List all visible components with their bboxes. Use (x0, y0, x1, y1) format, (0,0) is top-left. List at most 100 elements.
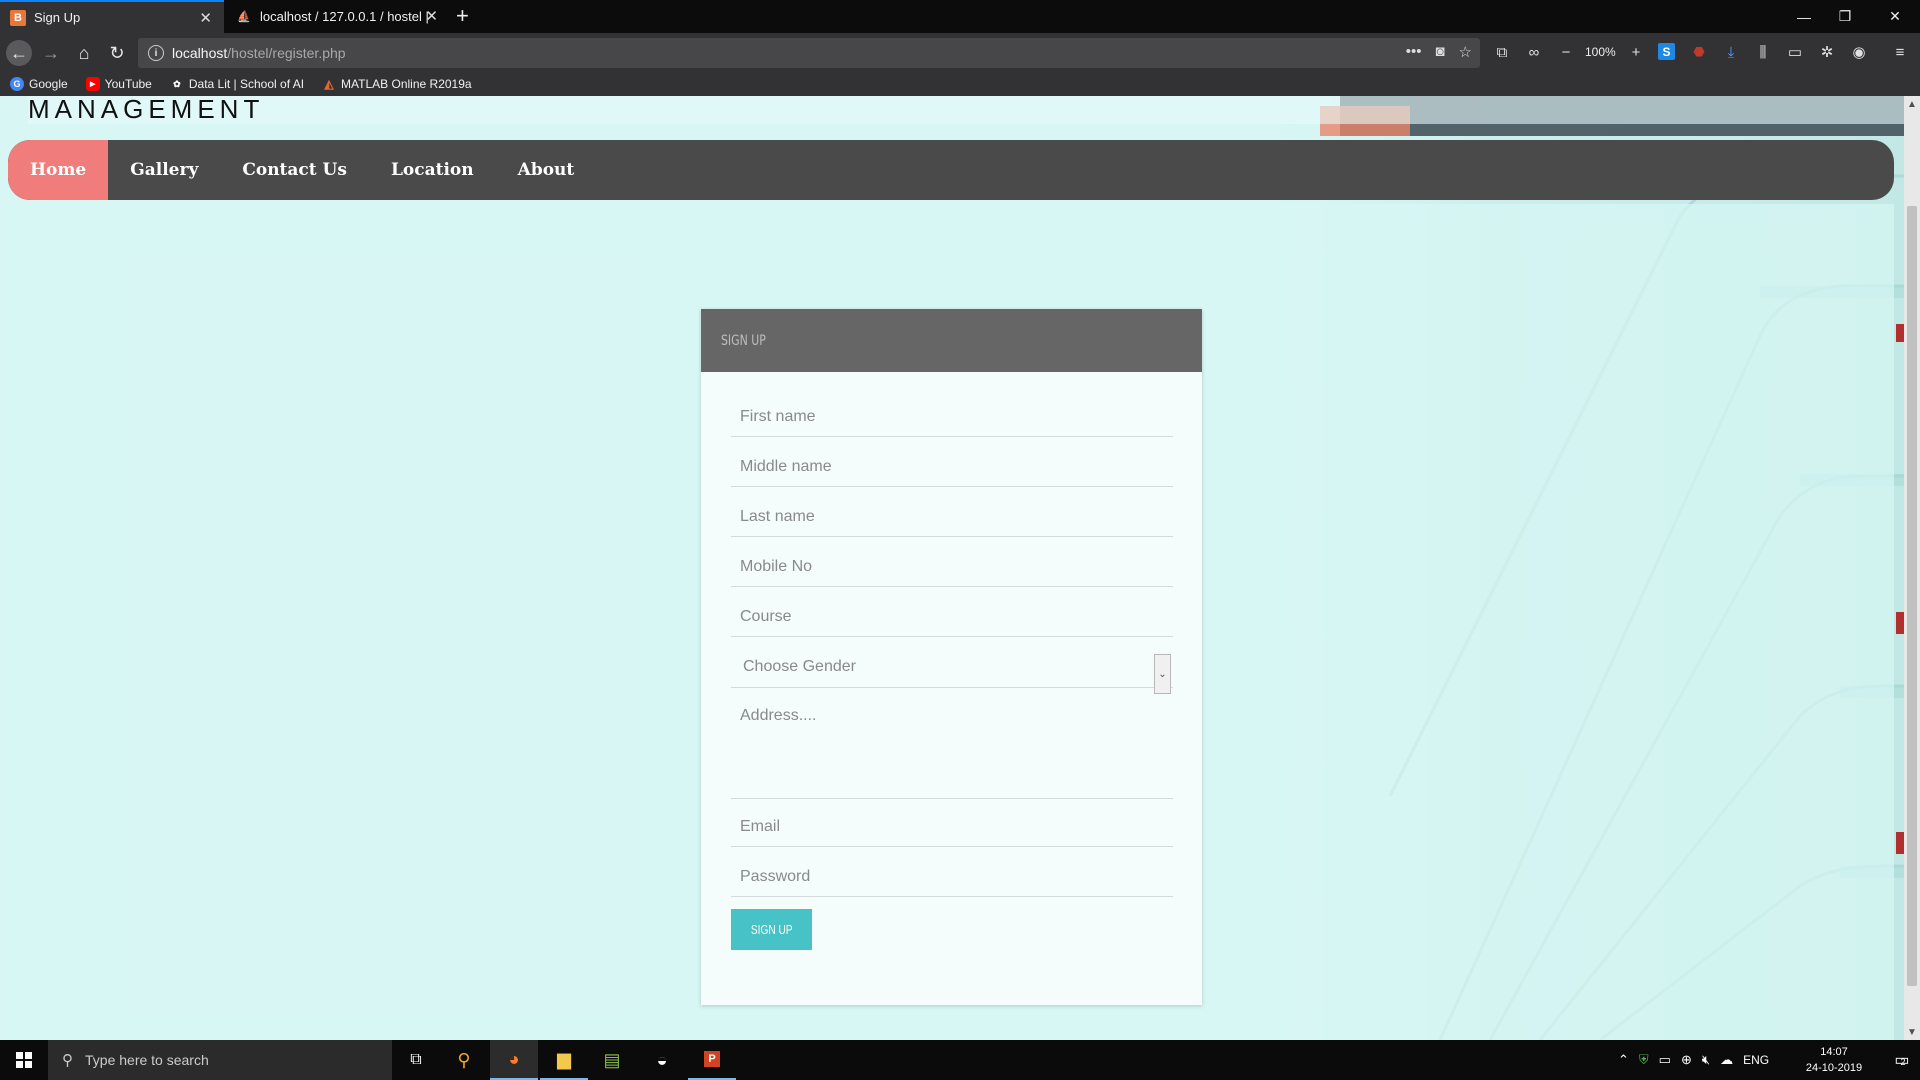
device-icon[interactable]: ▭ (1659, 1052, 1671, 1068)
navigation-toolbar: ← → ⌂ ↻ i localhost/hostel/register.php … (0, 33, 1920, 72)
bookmark-google[interactable]: G Google (10, 77, 68, 91)
site-info-icon[interactable]: i (148, 45, 164, 61)
google-icon: G (10, 77, 24, 91)
network-globe-icon[interactable]: ⊕ (1681, 1052, 1692, 1068)
tab-phpmyadmin[interactable]: ⛵ localhost / 127.0.0.1 / hostel | p ✕ (226, 0, 450, 33)
back-button[interactable]: ← (6, 40, 32, 66)
menu-hamburger-icon[interactable]: ≡ (1890, 42, 1910, 62)
tab-sign-up[interactable]: B Sign Up ✕ (0, 0, 224, 33)
synced-tabs-icon[interactable]: ⧉ (1492, 42, 1512, 62)
menu-item-location[interactable]: Location (369, 140, 496, 200)
zoom-level[interactable]: 100% (1585, 45, 1616, 59)
shield-icon[interactable]: ⛨ (1639, 1052, 1649, 1068)
browser-tab-strip: B Sign Up ✕ ⛵ localhost / 127.0.0.1 / ho… (0, 0, 1920, 33)
tab-title: Sign Up (34, 10, 81, 25)
home-button[interactable]: ⌂ (71, 40, 97, 66)
password-field[interactable]: Password (731, 857, 1173, 897)
course-field[interactable]: Course (731, 597, 1173, 637)
bookmark-label: Google (29, 77, 68, 91)
scrollbar-thumb[interactable] (1907, 206, 1917, 986)
close-window-button[interactable]: ✕ (1870, 0, 1920, 33)
form-title: SIGN UP (721, 332, 766, 349)
gender-selected-value: Choose Gender (743, 658, 856, 675)
tab-title: localhost / 127.0.0.1 / hostel | p (260, 9, 430, 24)
skype-extension-icon[interactable]: S (1658, 43, 1675, 60)
new-tab-button[interactable]: + (456, 4, 469, 28)
gender-select[interactable]: Choose Gender ⌄ (731, 647, 1173, 694)
bookmark-school-of-ai[interactable]: ✿ Data Lit | School of AI (169, 77, 305, 91)
taskbar-search-box[interactable]: ⚲ Type here to search (48, 1040, 392, 1080)
restore-button[interactable]: ❐ (1820, 0, 1870, 33)
reader-glasses-icon[interactable]: ∞ (1524, 42, 1544, 62)
notification-count: 2 (1900, 1057, 1906, 1067)
forward-button[interactable]: → (38, 40, 64, 66)
windows-taskbar: ⚲ Type here to search ⧉ ⚲ ◕ ▆ ▤ ◒ P ⌃ ⛨ … (0, 1040, 1920, 1080)
zoom-out-icon[interactable]: − (1556, 42, 1576, 62)
windows-logo-icon (16, 1052, 32, 1068)
chevron-up-icon[interactable]: ⌃ (1618, 1052, 1629, 1068)
page-scrollbar[interactable]: ▲ ▼ (1904, 96, 1920, 1040)
extension-gear-icon[interactable]: ✲ (1817, 42, 1837, 62)
start-button[interactable] (0, 1040, 48, 1080)
notepad-icon[interactable]: ▤ (588, 1040, 636, 1080)
close-tab-icon[interactable]: ✕ (199, 9, 212, 27)
speaker-muted-icon[interactable]: 🔇︎ (1702, 1052, 1710, 1068)
address-textarea[interactable]: Address.... (731, 699, 1173, 799)
download-icon[interactable]: ⤓ (1721, 42, 1741, 62)
file-explorer-icon[interactable]: ▆ (540, 1040, 588, 1080)
school-of-ai-icon: ✿ (169, 77, 184, 91)
phpmyadmin-icon: ⛵ (237, 11, 251, 23)
system-tray: ⌃ ⛨ ▭ ⊕ 🔇︎ ☁ ENG (1618, 1040, 1769, 1080)
logo-text: MANAGEMENT (28, 96, 265, 124)
email-field[interactable]: Email (731, 807, 1173, 847)
chevron-down-icon[interactable]: ⌄ (1154, 654, 1171, 694)
first-name-field[interactable]: First name (731, 397, 1173, 437)
library-icon[interactable]: ⫼ (1753, 42, 1773, 62)
page-icon: B (10, 9, 26, 26)
middle-name-field[interactable]: Middle name (731, 447, 1173, 487)
system-clock[interactable]: 14:07 24-10-2019 (1790, 1044, 1878, 1076)
task-view-icon[interactable]: ⧉ (392, 1040, 440, 1080)
page-viewport: MANAGEMENT Home Gallery Contact Us Locat… (0, 96, 1904, 1040)
onedrive-cloud-icon[interactable]: ☁ (1720, 1052, 1733, 1068)
clock-time: 14:07 (1820, 1046, 1848, 1058)
bookmark-label: YouTube (104, 77, 152, 91)
menu-item-contact-us[interactable]: Contact Us (220, 140, 369, 200)
firefox-icon[interactable]: ◕ (490, 1040, 538, 1080)
account-icon[interactable]: ◉ (1849, 42, 1869, 62)
photos-icon[interactable]: ◒ (638, 1040, 686, 1080)
sidebar-icon[interactable]: ▭ (1785, 42, 1805, 62)
scroll-down-arrow-icon[interactable]: ▼ (1904, 1024, 1920, 1040)
menu-item-home[interactable]: Home (8, 140, 109, 200)
input-language[interactable]: ENG (1743, 1053, 1769, 1067)
menu-item-about[interactable]: About (496, 140, 597, 200)
ublock-icon[interactable]: ⬣ (1689, 42, 1709, 62)
bookmark-label: MATLAB Online R2019a (341, 77, 472, 91)
last-name-field[interactable]: Last name (731, 497, 1173, 537)
sign-up-button-label: SIGN UP (750, 922, 793, 937)
zoom-in-icon[interactable]: + (1626, 42, 1646, 62)
close-tab-icon[interactable]: ✕ (425, 7, 438, 25)
bookmarks-toolbar: G Google ▶ YouTube ✿ Data Lit | School o… (0, 72, 1920, 96)
pocket-icon[interactable]: ◙ (1435, 43, 1444, 61)
address-bar[interactable]: i localhost/hostel/register.php ••• ◙ ☆ (138, 38, 1480, 68)
sign-up-button[interactable]: SIGN UP (731, 909, 812, 950)
powerpoint-icon[interactable]: P (688, 1040, 736, 1080)
reload-button[interactable]: ↻ (104, 40, 130, 66)
bookmark-matlab[interactable]: ◭ MATLAB Online R2019a (322, 77, 472, 91)
action-center-button[interactable]: ▭ 2 (1880, 1040, 1920, 1080)
search-app-icon[interactable]: ⚲ (440, 1040, 488, 1080)
url-host: localhost (172, 45, 228, 61)
signup-form-card: SIGN UP First name Middle name Last name… (701, 309, 1202, 1005)
main-menu: Home Gallery Contact Us Location About (8, 140, 1894, 200)
bookmark-youtube[interactable]: ▶ YouTube (85, 77, 152, 91)
bookmark-label: Data Lit | School of AI (188, 77, 305, 91)
scroll-up-arrow-icon[interactable]: ▲ (1904, 96, 1920, 112)
bookmark-star-icon[interactable]: ☆ (1459, 43, 1472, 61)
site-logo: MANAGEMENT (28, 96, 1904, 124)
menu-item-gallery[interactable]: Gallery (108, 140, 220, 200)
clock-date: 24-10-2019 (1805, 1062, 1863, 1074)
mobile-field[interactable]: Mobile No (731, 547, 1173, 587)
form-header: SIGN UP (701, 309, 1202, 372)
page-actions-icon[interactable]: ••• (1406, 43, 1422, 61)
